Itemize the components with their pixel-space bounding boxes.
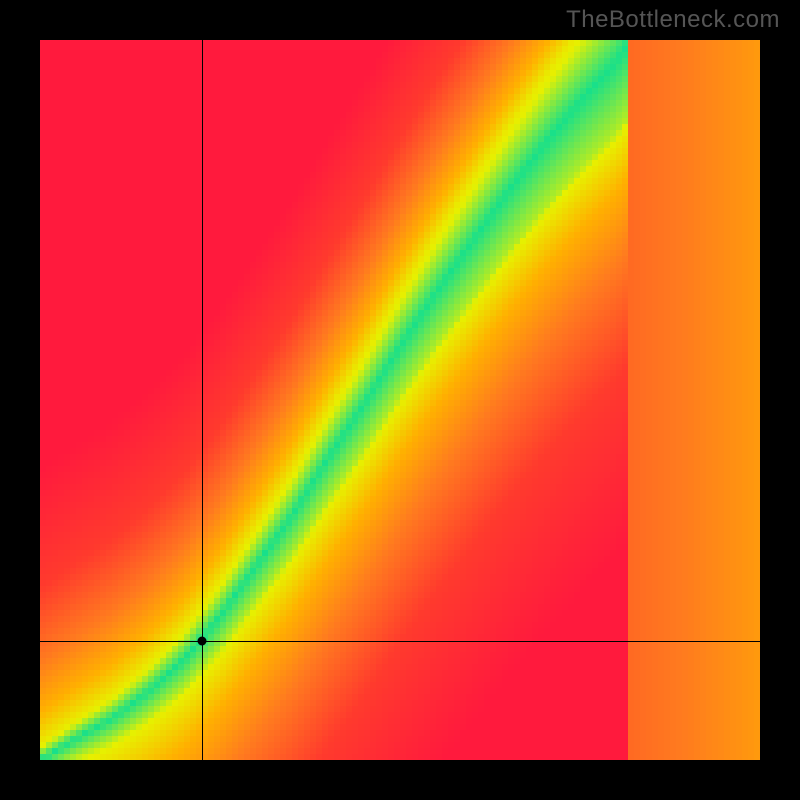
selection-marker-dot (198, 637, 207, 646)
crosshair-horizontal (40, 641, 760, 642)
heatmap-plot (40, 40, 760, 760)
chart-frame: TheBottleneck.com (0, 0, 800, 800)
heatmap-canvas (40, 40, 760, 760)
crosshair-vertical (202, 40, 203, 760)
watermark-text: TheBottleneck.com (566, 6, 780, 34)
